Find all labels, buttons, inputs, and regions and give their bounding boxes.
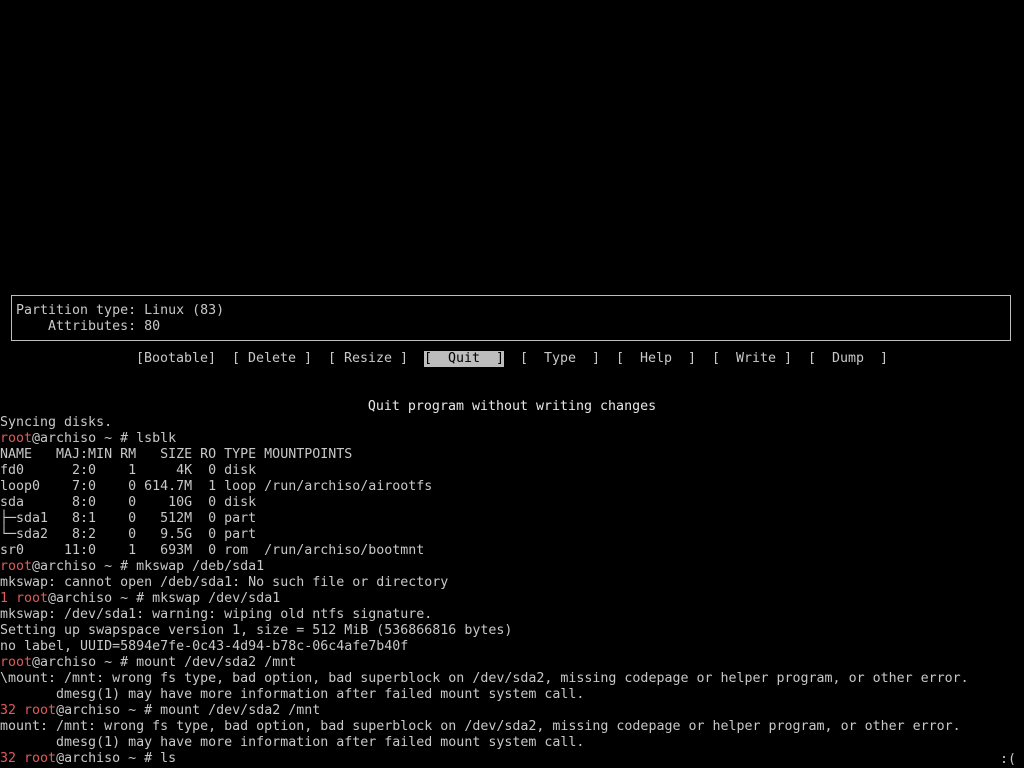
terminal-line: fd0 2:0 1 4K 0 disk [0, 463, 257, 478]
terminal-line: dmesg(1) may have more information after… [0, 687, 585, 702]
terminal-line: mount: /mnt: wrong fs type, bad option, … [0, 719, 961, 734]
write-button[interactable]: [ Write ] [712, 351, 792, 367]
terminal-line: 1 root@archiso ~ # mkswap /dev/sda1 [0, 591, 281, 606]
terminal-line: loop0 7:0 0 614.7M 1 loop /run/archiso/a… [0, 479, 433, 494]
bootable-button[interactable]: [Bootable] [136, 351, 216, 367]
terminal-prompt-line[interactable]: 32 root@archiso ~ # ls [0, 751, 176, 767]
terminal-line: root@archiso ~ # mount /dev/sda2 /mnt [0, 655, 297, 670]
terminal-line: Setting up swapspace version 1, size = 5… [0, 623, 513, 638]
type-button[interactable]: [ Type ] [520, 351, 600, 367]
terminal-line: ├─sda1 8:1 0 512M 0 part [0, 511, 257, 526]
corner-indicator: :( [999, 752, 1016, 767]
terminal-line: dmesg(1) may have more information after… [0, 735, 585, 750]
resize-button[interactable]: [ Resize ] [328, 351, 408, 367]
quit-button[interactable]: [ Quit ] [424, 351, 505, 367]
terminal-line: sr0 11:0 1 693M 0 rom /run/archiso/bootm… [0, 543, 425, 558]
terminal-line: root@archiso ~ # lsblk [0, 431, 177, 446]
terminal-line: \mount: /mnt: wrong fs type, bad option,… [0, 671, 969, 686]
terminal-line: sda 8:0 0 10G 0 disk [0, 495, 257, 510]
terminal-line: NAME MAJ:MIN RM SIZE RO TYPE MOUNTPOINTS [0, 447, 353, 462]
terminal-line: └─sda2 8:2 0 9.5G 0 part [0, 527, 257, 542]
cfdisk-menu-bar: [Bootable] [ Delete ] [ Resize ] [ Quit … [0, 351, 1024, 367]
partition-info-box: Partition type: Linux (83) Attributes: 8… [11, 295, 1011, 341]
help-button[interactable]: [ Help ] [616, 351, 696, 367]
terminal-line: 32 root@archiso ~ # mount /dev/sda2 /mnt [0, 703, 321, 718]
terminal-line: no label, UUID=5894e7fe-0c43-4d94-b78c-0… [0, 639, 409, 654]
dump-button[interactable]: [ Dump ] [808, 351, 888, 367]
status-message: Quit program without writing changes [367, 399, 657, 414]
partition-type-line: Partition type: Linux (83) [16, 303, 225, 318]
delete-button[interactable]: [ Delete ] [232, 351, 312, 367]
terminal-line: root@archiso ~ # mkswap /deb/sda1 [0, 559, 265, 574]
terminal-line: mkswap: cannot open /deb/sda1: No such f… [0, 575, 449, 590]
terminal-line: Syncing disks. [0, 415, 113, 430]
partition-attributes-line: Attributes: 80 [16, 319, 161, 334]
terminal-line: mkswap: /dev/sda1: warning: wiping old n… [0, 607, 433, 622]
